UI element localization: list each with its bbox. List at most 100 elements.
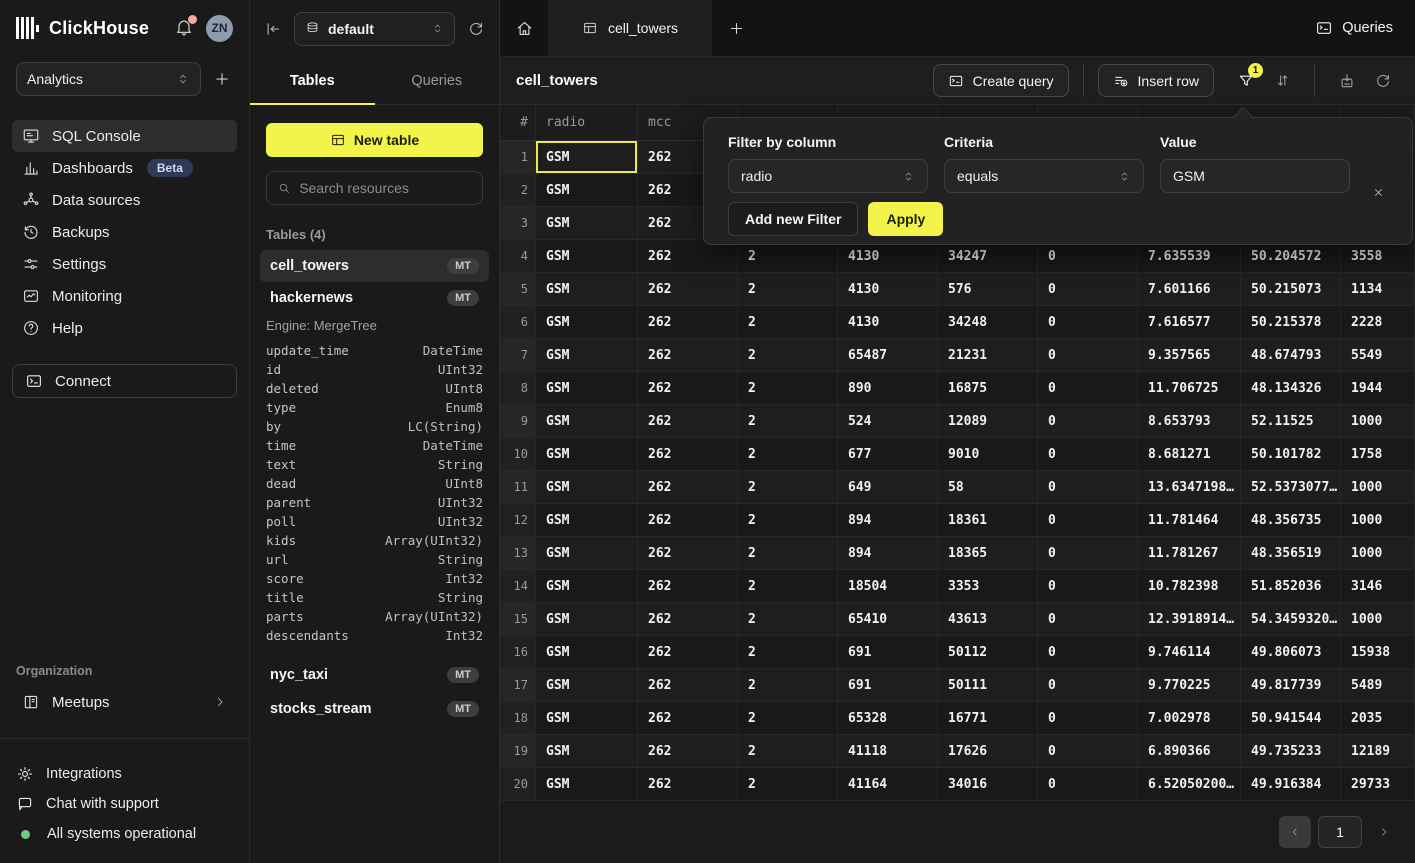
cell-unit[interactable]: 0	[1038, 669, 1138, 702]
cell-area[interactable]: 649	[838, 471, 938, 504]
cell-range[interactable]: 15938	[1341, 636, 1415, 669]
cell-cell[interactable]: 50111	[938, 669, 1038, 702]
cell-area[interactable]: 65328	[838, 702, 938, 735]
previous-page-button[interactable]	[1279, 816, 1311, 848]
cell-cell[interactable]: 34248	[938, 306, 1038, 339]
search-input[interactable]	[299, 180, 472, 196]
avatar[interactable]: ZN	[206, 15, 233, 42]
cell-mcc[interactable]: 262	[638, 405, 738, 438]
cell-lat[interactable]: 54.3459320…	[1241, 603, 1341, 636]
cell-lat[interactable]: 51.852036	[1241, 570, 1341, 603]
cell-area[interactable]: 691	[838, 669, 938, 702]
cell-unit[interactable]: 0	[1038, 504, 1138, 537]
cell-range[interactable]: 1000	[1341, 537, 1415, 570]
cell-unit[interactable]: 0	[1038, 537, 1138, 570]
cell-mcc[interactable]: 262	[638, 339, 738, 372]
cell-radio[interactable]: GSM	[536, 702, 638, 735]
cell-net[interactable]: 2	[738, 471, 838, 504]
cell-lat[interactable]: 49.735233	[1241, 735, 1341, 768]
sidebar-item-backups[interactable]: Backups	[12, 216, 237, 248]
refresh-table-button[interactable]	[1365, 63, 1401, 99]
cell-lat[interactable]: 50.215378	[1241, 306, 1341, 339]
sidebar-item-data-sources[interactable]: Data sources	[12, 184, 237, 216]
cell-unit[interactable]: 0	[1038, 735, 1138, 768]
cell-range[interactable]: 2035	[1341, 702, 1415, 735]
cell-mcc[interactable]: 262	[638, 570, 738, 603]
cell-mcc[interactable]: 262	[638, 603, 738, 636]
apply-filter-button[interactable]: Apply	[868, 202, 943, 236]
column-header[interactable]: radio	[536, 105, 638, 141]
cell-radio[interactable]: GSM	[536, 603, 638, 636]
cell-radio[interactable]: GSM	[536, 174, 638, 207]
cell-mcc[interactable]: 262	[638, 636, 738, 669]
filter-button[interactable]: 1	[1228, 63, 1264, 99]
cell-radio[interactable]: GSM	[536, 273, 638, 306]
cell-area[interactable]: 691	[838, 636, 938, 669]
cell-mcc[interactable]: 262	[638, 537, 738, 570]
sort-button[interactable]	[1264, 63, 1300, 99]
system-status[interactable]: All systems operational	[16, 819, 233, 849]
cell-radio[interactable]: GSM	[536, 306, 638, 339]
cell-mcc[interactable]: 262	[638, 306, 738, 339]
cell-mcc[interactable]: 262	[638, 372, 738, 405]
cell-lat[interactable]: 50.941544	[1241, 702, 1341, 735]
cell-range[interactable]: 1758	[1341, 438, 1415, 471]
cell-radio[interactable]: GSM	[536, 504, 638, 537]
filter-value-field[interactable]	[1160, 159, 1350, 193]
cell-cell[interactable]: 16875	[938, 372, 1038, 405]
cell-radio[interactable]: GSM	[536, 240, 638, 273]
cell-lon[interactable]: 6.890366	[1138, 735, 1241, 768]
cell-radio[interactable]: GSM	[536, 669, 638, 702]
filter-column-select[interactable]: radio	[728, 159, 928, 193]
cell-net[interactable]: 2	[738, 504, 838, 537]
tab-cell-towers[interactable]: cell_towers	[548, 0, 712, 56]
sidebar-item-monitoring[interactable]: Monitoring	[12, 280, 237, 312]
cell-cell[interactable]: 3353	[938, 570, 1038, 603]
cell-lat[interactable]: 52.11525	[1241, 405, 1341, 438]
cell-radio[interactable]: GSM	[536, 537, 638, 570]
sidebar-item-help[interactable]: Help	[12, 312, 237, 344]
connect-button[interactable]: Connect	[12, 364, 237, 398]
cell-radio[interactable]: GSM	[536, 405, 638, 438]
cell-lon[interactable]: 12.3918914…	[1138, 603, 1241, 636]
cell-lon[interactable]: 8.681271	[1138, 438, 1241, 471]
cell-cell[interactable]: 50112	[938, 636, 1038, 669]
collapse-panel-button[interactable]	[264, 20, 282, 38]
new-tab-button[interactable]	[712, 0, 760, 56]
cell-mcc[interactable]: 262	[638, 438, 738, 471]
cell-lat[interactable]: 49.916384	[1241, 768, 1341, 801]
cell-lat[interactable]: 50.215073	[1241, 273, 1341, 306]
cell-lon[interactable]: 13.6347198…	[1138, 471, 1241, 504]
sidebar-item-settings[interactable]: Settings	[12, 248, 237, 280]
cell-net[interactable]: 2	[738, 603, 838, 636]
cell-mcc[interactable]: 262	[638, 735, 738, 768]
cell-range[interactable]: 1134	[1341, 273, 1415, 306]
table-item-nyc-taxi[interactable]: nyc_taxi MT	[260, 659, 489, 691]
current-page-button[interactable]: 1	[1318, 816, 1362, 848]
sidebar-item-sql-console[interactable]: SQL Console	[12, 120, 237, 152]
search-resources[interactable]	[266, 171, 483, 205]
cell-area[interactable]: 65487	[838, 339, 938, 372]
cell-radio[interactable]: GSM	[536, 372, 638, 405]
cell-lat[interactable]: 49.817739	[1241, 669, 1341, 702]
cell-radio[interactable]: GSM	[536, 141, 638, 174]
cell-unit[interactable]: 0	[1038, 405, 1138, 438]
cell-range[interactable]: 5489	[1341, 669, 1415, 702]
cell-mcc[interactable]: 262	[638, 768, 738, 801]
table-item-stocks-stream[interactable]: stocks_stream MT	[260, 693, 489, 725]
cell-mcc[interactable]: 262	[638, 273, 738, 306]
cell-cell[interactable]: 18361	[938, 504, 1038, 537]
tab-queries[interactable]: Queries	[375, 57, 500, 104]
new-table-button[interactable]: New table	[266, 123, 483, 157]
cell-cell[interactable]: 58	[938, 471, 1038, 504]
cell-mcc[interactable]: 262	[638, 504, 738, 537]
filter-criteria-select[interactable]: equals	[944, 159, 1144, 193]
cell-lon[interactable]: 7.002978	[1138, 702, 1241, 735]
cell-radio[interactable]: GSM	[536, 735, 638, 768]
cell-area[interactable]: 524	[838, 405, 938, 438]
cell-radio[interactable]: GSM	[536, 438, 638, 471]
home-button[interactable]	[500, 0, 548, 56]
cell-unit[interactable]: 0	[1038, 603, 1138, 636]
cell-lon[interactable]: 9.770225	[1138, 669, 1241, 702]
cell-area[interactable]: 894	[838, 537, 938, 570]
